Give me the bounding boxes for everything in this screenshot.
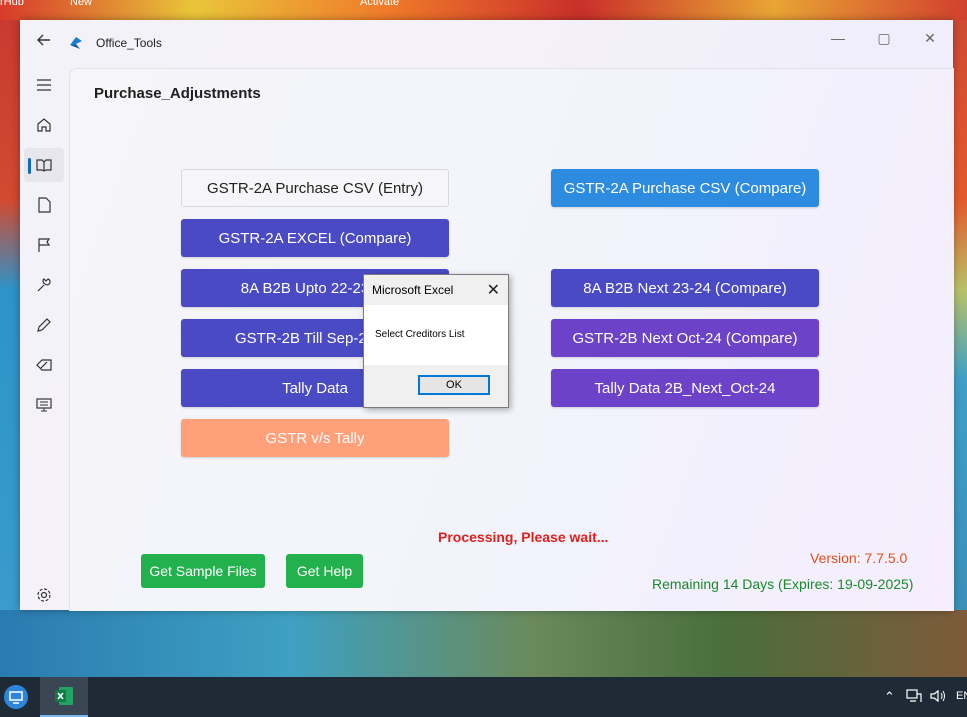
processing-status: Processing, Please wait... bbox=[438, 529, 609, 545]
tally-data-2b-button[interactable]: Tally Data 2B_Next_Oct-24 bbox=[551, 369, 819, 407]
taskbar: ⌃ EN bbox=[0, 677, 967, 717]
nav-tag-icon[interactable] bbox=[24, 348, 64, 382]
nav-flag-icon[interactable] bbox=[24, 228, 64, 262]
version-label: Version: 7.7.5.0 bbox=[810, 550, 908, 566]
desktop-icon-label[interactable]: New bbox=[70, 0, 92, 8]
tray-chevron-up-icon[interactable]: ⌃ bbox=[884, 689, 895, 705]
nav-wrench-icon[interactable] bbox=[24, 268, 64, 302]
desktop-icon-label[interactable]: Activate bbox=[360, 0, 399, 8]
get-sample-files-button[interactable]: Get Sample Files bbox=[141, 554, 265, 588]
desktop-wallpaper-coast bbox=[0, 610, 967, 677]
get-help-button[interactable]: Get Help bbox=[286, 554, 363, 588]
main-content: Purchase_Adjustments GSTR-2A Purchase CS… bbox=[69, 68, 954, 611]
nav-book-icon[interactable] bbox=[24, 148, 64, 182]
app-title: Office_Tools bbox=[96, 36, 162, 50]
nav-document-icon[interactable] bbox=[24, 188, 64, 222]
nav-pencil-icon[interactable] bbox=[24, 308, 64, 342]
back-arrow-icon[interactable] bbox=[34, 32, 54, 52]
taskbar-remote-desktop-icon[interactable] bbox=[4, 685, 28, 709]
tray-language-label[interactable]: EN bbox=[956, 690, 967, 702]
nav-rail bbox=[20, 68, 68, 610]
maximize-icon[interactable]: ▢ bbox=[874, 28, 894, 48]
minimize-icon[interactable]: — bbox=[828, 28, 848, 48]
gstr2a-csv-compare-button[interactable]: GSTR-2A Purchase CSV (Compare) bbox=[551, 169, 819, 207]
app-logo-icon bbox=[68, 35, 84, 51]
license-remaining-label: Remaining 14 Days (Expires: 19-09-2025) bbox=[652, 576, 914, 592]
gstr2b-next-button[interactable]: GSTR-2B Next Oct-24 (Compare) bbox=[551, 319, 819, 357]
dialog-title: Microsoft Excel bbox=[372, 283, 454, 297]
title-bar: Office_Tools — ▢ ✕ bbox=[20, 20, 953, 68]
dialog-ok-button[interactable]: OK bbox=[418, 375, 490, 395]
hamburger-menu-icon[interactable] bbox=[24, 68, 64, 102]
close-icon[interactable]: ✕ bbox=[920, 28, 940, 48]
tray-speaker-icon[interactable] bbox=[930, 689, 946, 706]
nav-monitor-icon[interactable] bbox=[24, 388, 64, 422]
gstr2a-excel-compare-button[interactable]: GSTR-2A EXCEL (Compare) bbox=[181, 219, 449, 257]
dialog-message: Select Creditors List bbox=[375, 329, 465, 340]
nav-active-indicator bbox=[28, 158, 31, 174]
settings-gear-icon[interactable] bbox=[24, 578, 64, 612]
tray-network-icon[interactable] bbox=[906, 689, 922, 706]
excel-message-dialog: Microsoft Excel ✕ Select Creditors List … bbox=[363, 274, 509, 408]
desktop-icon-label[interactable]: rHub bbox=[0, 0, 24, 8]
desktop-wallpaper-left bbox=[0, 20, 22, 620]
gstr2a-csv-entry-button[interactable]: GSTR-2A Purchase CSV (Entry) bbox=[181, 169, 449, 207]
dialog-body: Select Creditors List bbox=[364, 305, 508, 365]
nav-home-icon[interactable] bbox=[24, 108, 64, 142]
gstr-vs-tally-button[interactable]: GSTR v/s Tally bbox=[181, 419, 449, 457]
desktop-wallpaper-right bbox=[953, 20, 967, 620]
page-title: Purchase_Adjustments bbox=[94, 85, 261, 102]
b2b-next-button[interactable]: 8A B2B Next 23-24 (Compare) bbox=[551, 269, 819, 307]
dialog-close-icon[interactable]: ✕ bbox=[487, 280, 500, 300]
taskbar-excel-icon[interactable] bbox=[40, 677, 88, 717]
